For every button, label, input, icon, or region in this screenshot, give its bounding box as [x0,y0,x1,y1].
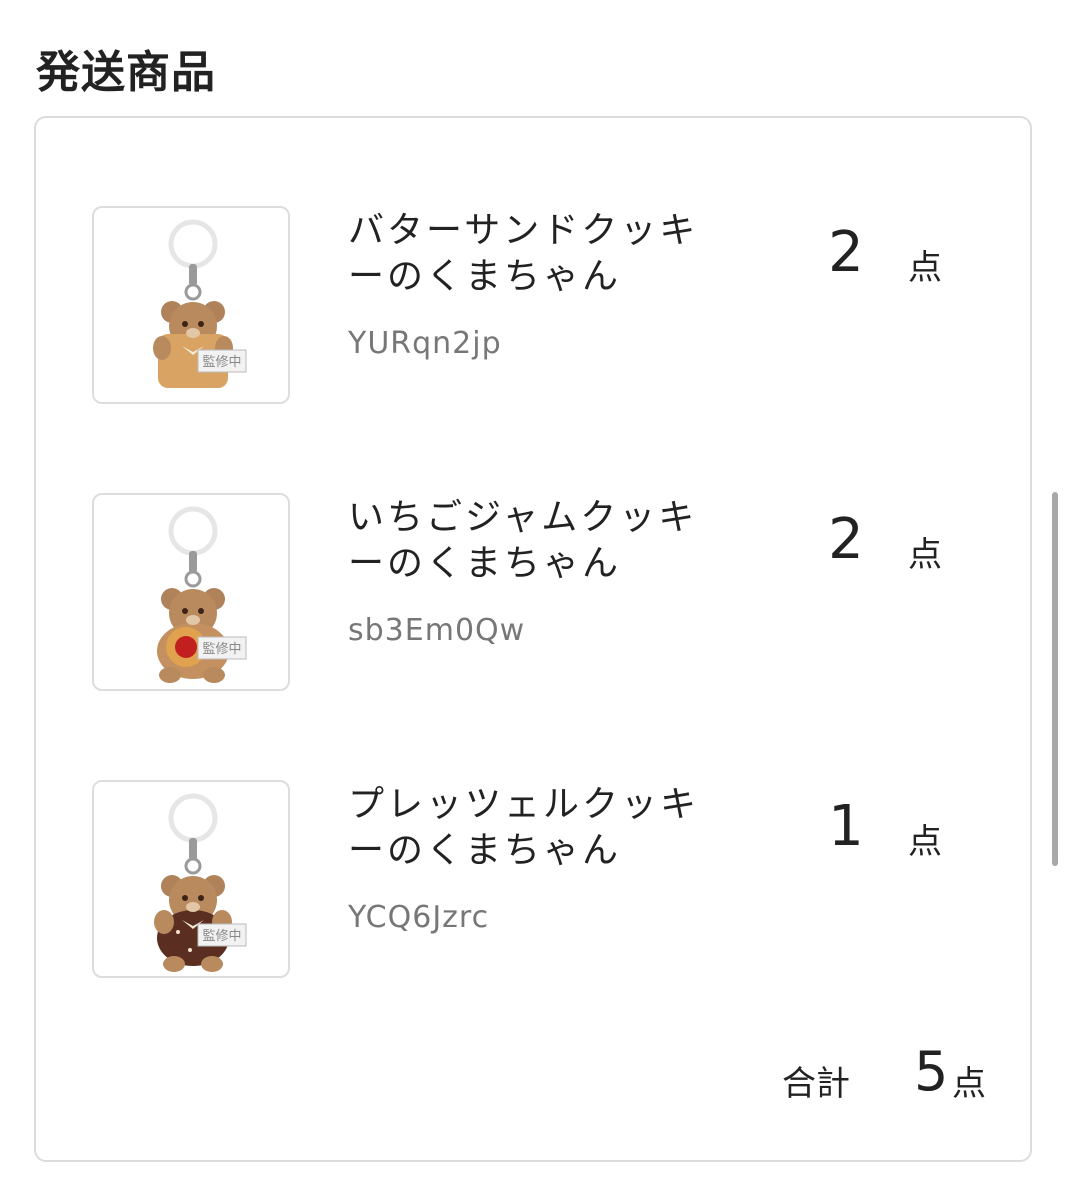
product-code: sb3Em0Qw [348,613,526,648]
quantity-unit: 点 [908,248,942,288]
bear-keychain-icon: 監修中 [157,506,247,683]
stamp-label: 監修中 [202,641,241,657]
product-name: バターサンドクッキーのくまちゃん [348,210,699,297]
total-label: 合計 [782,1064,850,1104]
total-unit: 点 [952,1064,986,1104]
list-item[interactable]: 監修中 バターサンドクッキーのくまちゃん YURqn2jp 2 点 [92,206,992,406]
bear-keychain-icon: 監修中 [153,219,247,388]
list-item[interactable]: 監修中 プレッツェルクッキーのくまちゃん YCQ6Jzrc 1 点 [92,780,992,980]
product-image[interactable]: 監修中 [92,780,290,978]
section-title: 発送商品 [36,47,216,98]
scrollbar[interactable] [1052,492,1058,866]
product-name: いちごジャムクッキーのくまちゃん [348,497,698,584]
product-image[interactable]: 監修中 [92,493,290,691]
bear-keychain-icon: 監修中 [154,793,247,972]
list-item[interactable]: 監修中 いちごジャムクッキーのくまちゃん sb3Em0Qw 2 点 [92,493,992,693]
quantity-unit: 点 [908,822,942,862]
product-name: プレッツェルクッキーのくまちゃん [348,784,700,871]
product-code: YCQ6Jzrc [348,900,490,935]
product-quantity: 2 [828,507,864,572]
product-image[interactable]: 監修中 [92,206,290,404]
product-code: YURqn2jp [348,326,502,361]
quantity-unit: 点 [908,535,942,575]
stamp-label: 監修中 [202,354,241,370]
total-value: 5 [914,1040,949,1103]
product-quantity: 2 [828,220,864,285]
shipping-items-card: 監修中 バターサンドクッキーのくまちゃん YURqn2jp 2 点 監修中 いち… [34,116,1032,1162]
product-quantity: 1 [828,794,864,859]
stamp-label: 監修中 [202,928,241,944]
